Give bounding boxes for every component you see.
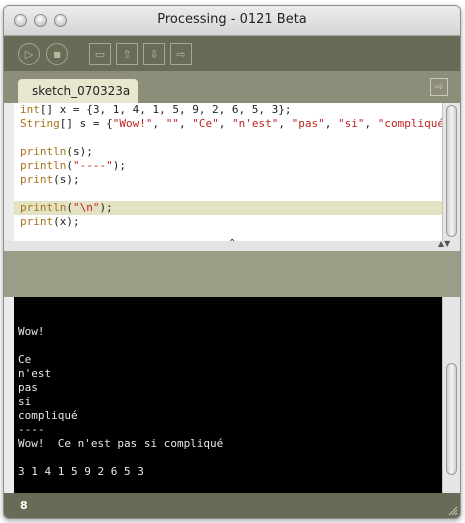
code-token: ( <box>66 201 73 214</box>
collapse-icon[interactable]: ⌃ <box>228 238 236 249</box>
code-token: , <box>152 117 166 130</box>
toolbar: ▷ ■ ▭ ⇧ ⇩ ⇨ <box>4 36 460 71</box>
run-button[interactable]: ▷ <box>18 43 40 65</box>
keyword-token: String <box>20 117 60 130</box>
keyword-token: println <box>20 159 67 172</box>
string-literal: "si" <box>337 117 365 130</box>
console-line: Wow! Ce n'est pas si compliqué <box>18 437 224 450</box>
code-token: , <box>218 117 232 130</box>
window-title: Processing - 0121 Beta <box>157 12 307 27</box>
keyword-token: print <box>20 173 54 186</box>
new-icon: ▭ <box>94 47 106 61</box>
code-token: ); <box>112 159 126 172</box>
editor-console-divider[interactable]: ⌃ ▲▼ <box>4 238 460 297</box>
console-output[interactable]: Wow! Ce n'est pas si compliqué ---- Wow! Ce n'e… <box>14 297 442 493</box>
string-literal: "" <box>165 117 179 130</box>
processing-window: Processing - 0121 Beta ▷ ■ ▭ ⇧ ⇩ ⇨ sketc… <box>3 5 461 519</box>
string-literal: "Ce" <box>192 117 219 130</box>
code-token: [] x = {3, 1, 4, 1, 5, 9, 2, 6, 5, 3}; <box>39 103 292 116</box>
editor-scroll-thumb[interactable] <box>446 105 457 237</box>
code-token: , <box>324 117 338 130</box>
stop-button[interactable]: ■ <box>46 43 68 65</box>
console-line: pas <box>18 381 38 394</box>
editor-scrollbar[interactable] <box>442 103 460 241</box>
divider-strip: ⌃ ▲▼ <box>4 238 460 251</box>
keyword-token: int <box>20 103 40 116</box>
tab-bar: sketch_070323a ⇨ <box>4 71 460 103</box>
code-line[interactable]: println("\n"); <box>14 201 442 215</box>
code-line[interactable] <box>14 187 442 201</box>
title-bar[interactable]: Processing - 0121 Beta <box>4 6 460 36</box>
run-icon: ▷ <box>24 47 34 61</box>
code-line[interactable]: int[] x = {3, 1, 4, 1, 5, 9, 2, 6, 5, 3}… <box>14 103 442 117</box>
string-literal: "pas" <box>291 117 325 130</box>
console-line: 3 1 4 1 5 9 2 6 5 3 <box>18 465 144 478</box>
keyword-token: println <box>20 201 67 214</box>
code-line[interactable]: print(s); <box>14 173 442 187</box>
code-token: , <box>364 117 378 130</box>
keyword-token: println <box>20 145 67 158</box>
code-line[interactable] <box>14 131 442 145</box>
code-token: , <box>278 117 292 130</box>
arrow-right-icon: ⇨ <box>434 81 444 93</box>
code-token: (s); <box>66 145 93 158</box>
tab-menu-button[interactable]: ⇨ <box>430 78 448 96</box>
keyword-token: print <box>20 215 54 228</box>
console-line: n'est <box>18 367 52 380</box>
code-editor[interactable]: int[] x = {3, 1, 4, 1, 5, 9, 2, 6, 5, 3}… <box>14 103 442 241</box>
console-scrollbar[interactable] <box>442 297 460 493</box>
export-button[interactable]: ⇨ <box>170 43 192 65</box>
tab-sketch[interactable]: sketch_070323a <box>18 79 138 103</box>
string-literal: "Wow!" <box>112 117 153 130</box>
console-line: Wow! <box>18 325 45 338</box>
console-line: compliqué <box>18 409 78 422</box>
export-icon: ⇨ <box>176 47 186 61</box>
console-line: Ce <box>18 353 32 366</box>
code-token: ( <box>66 159 73 172</box>
string-literal: "----" <box>72 159 113 172</box>
string-literal: "n'est" <box>231 117 279 130</box>
code-line[interactable]: println("----"); <box>14 159 442 173</box>
resize-grip-icon[interactable] <box>446 504 458 516</box>
code-token: (s); <box>53 173 80 186</box>
stop-icon: ■ <box>53 49 61 59</box>
code-line[interactable]: String[] s = {"Wow!", "", "Ce", "n'est",… <box>14 117 442 131</box>
new-button[interactable]: ▭ <box>89 43 111 65</box>
console-line: ---- <box>18 423 45 436</box>
save-icon: ⇩ <box>149 47 159 61</box>
code-token: [] s = { <box>59 117 113 130</box>
code-token: , <box>178 117 193 130</box>
string-literal: "\n" <box>72 201 100 214</box>
console-line: si <box>18 395 32 408</box>
open-icon: ⇧ <box>122 47 132 61</box>
line-number: 8 <box>20 499 28 512</box>
code-line[interactable]: print(x); <box>14 215 442 229</box>
open-button[interactable]: ⇧ <box>116 43 138 65</box>
string-literal: "compliqué" <box>377 117 442 130</box>
save-button[interactable]: ⇩ <box>143 43 165 65</box>
console-scroll-thumb[interactable] <box>446 363 457 475</box>
code-token: (x); <box>53 215 80 228</box>
code-token: ); <box>99 201 113 214</box>
code-line[interactable]: println(s); <box>14 145 442 159</box>
resize-arrows-icon: ▲▼ <box>438 239 451 248</box>
status-bar: 8 <box>4 493 460 518</box>
